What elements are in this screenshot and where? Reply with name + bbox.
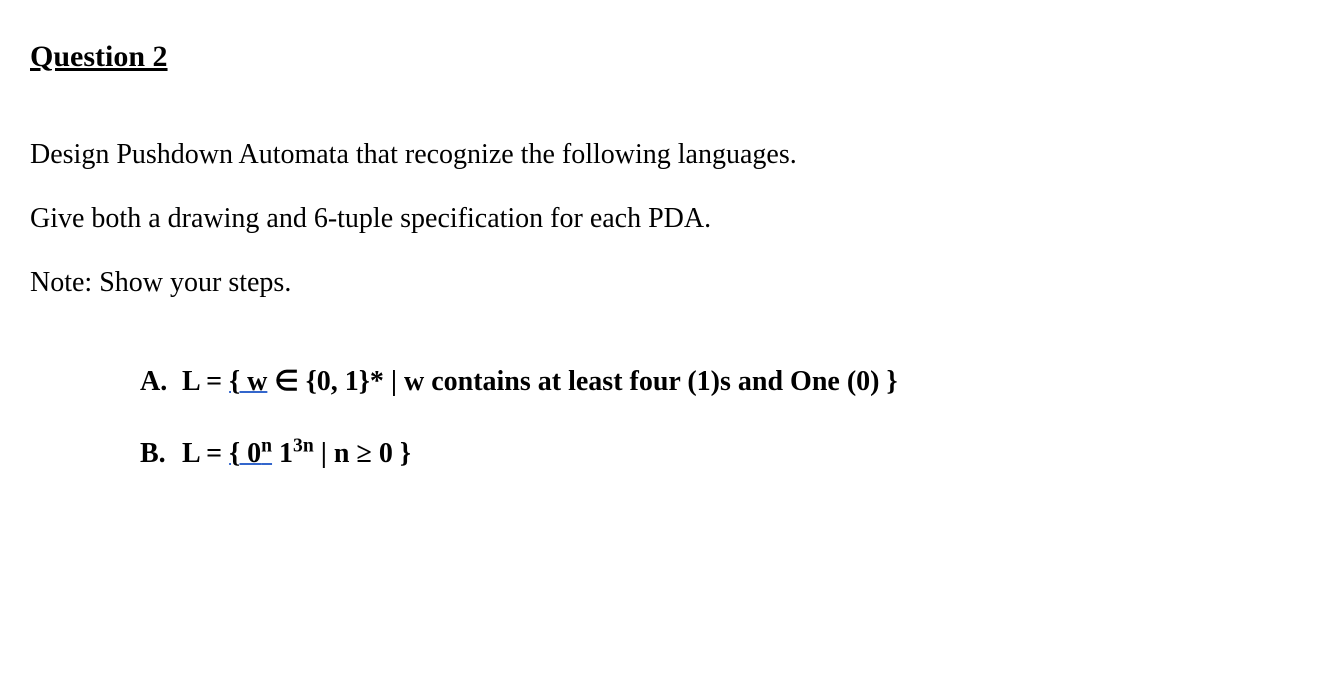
instruction-line-2: Give both a drawing and 6-tuple specific… — [30, 198, 1314, 240]
question-heading: Question 2 — [30, 40, 1314, 74]
item-b-rest: | n ≥ 0 } — [314, 438, 411, 469]
list-label-b: B. — [140, 438, 182, 470]
list-content-b: L = { 0n 13n | n ≥ 0 } — [182, 438, 1314, 470]
item-a-prefix: L = — [182, 366, 229, 397]
item-b-sup2: 3n — [293, 436, 314, 457]
list-label-a: A. — [140, 366, 182, 398]
list-content-a: L = { w ∈ {0, 1}* | w contains at least … — [182, 364, 1314, 398]
item-b-prefix: L = — [182, 438, 229, 469]
item-b-mid: 1 — [272, 438, 293, 469]
item-b-sup1: n — [261, 436, 272, 457]
instruction-line-3: Note: Show your steps. — [30, 262, 1314, 304]
item-b-underlined-pre: { 0 — [229, 438, 261, 469]
instruction-line-1: Design Pushdown Automata that recognize … — [30, 134, 1314, 176]
question-list: A. L = { w ∈ {0, 1}* | w contains at lea… — [30, 364, 1314, 470]
list-item-b: B. L = { 0n 13n | n ≥ 0 } — [140, 438, 1314, 470]
item-a-underlined: { w — [229, 366, 267, 397]
item-a-rest: ∈ {0, 1}* | w contains at least four (1)… — [267, 366, 897, 397]
item-b-underlined: { 0n — [229, 438, 272, 469]
list-item-a: A. L = { w ∈ {0, 1}* | w contains at lea… — [140, 364, 1314, 398]
